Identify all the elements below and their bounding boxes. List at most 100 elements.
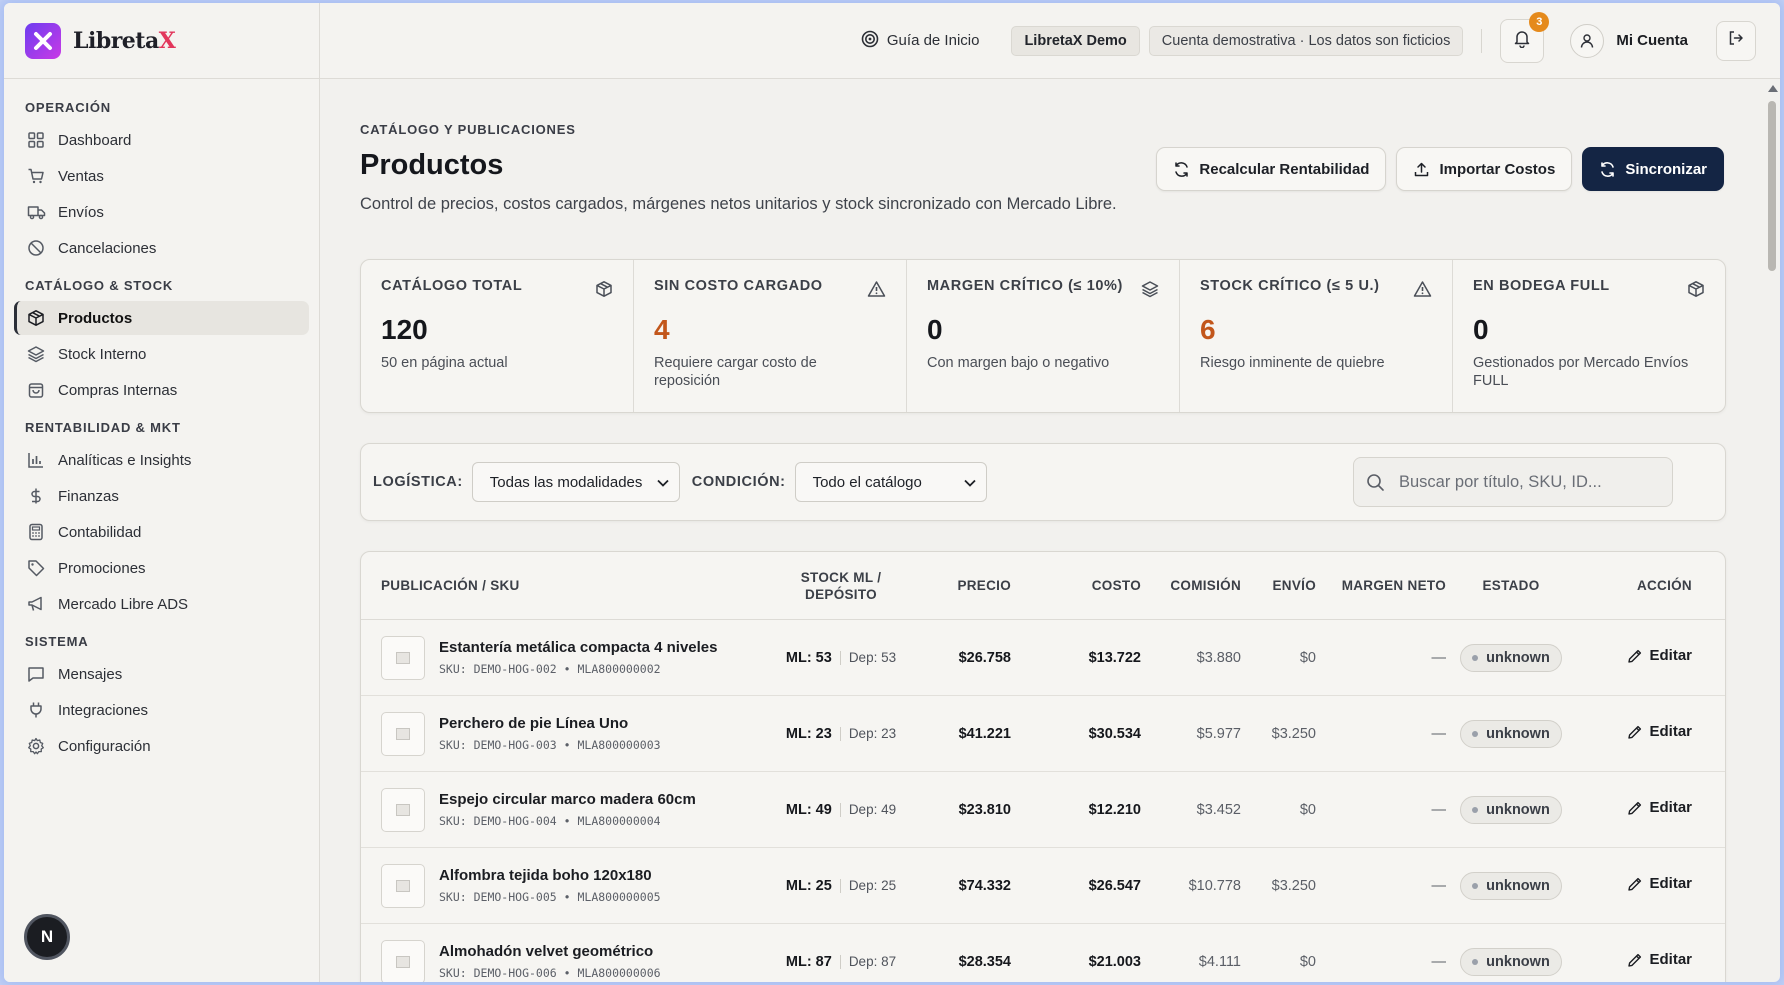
col-stock[interactable]: STOCK ML / DEPÓSITO — [781, 569, 901, 603]
edit-button[interactable]: Editar — [1627, 647, 1692, 664]
sidebar-item-stock-interno[interactable]: Stock Interno — [14, 337, 309, 371]
sidebar-item-configuracion[interactable]: Configuración — [14, 729, 309, 763]
table-row[interactable]: Estantería metálica compacta 4 niveles S… — [361, 620, 1725, 696]
cell-action: Editar — [1576, 875, 1712, 896]
kpi-subtext: Gestionados por Mercado Envíos FULL — [1473, 355, 1689, 389]
table-row[interactable]: Alfombra tejida boho 120x180 SKU: DEMO-H… — [361, 848, 1725, 924]
kpi-value: 120 — [381, 314, 428, 345]
table-row[interactable]: Almohadón velvet geométrico SKU: DEMO-HO… — [361, 924, 1725, 982]
table-row[interactable]: Espejo circular marco madera 60cm SKU: D… — [361, 772, 1725, 848]
user-avatar[interactable]: N — [24, 914, 70, 960]
sidebar-item-label: Ventas — [58, 167, 104, 185]
pencil-icon — [1627, 800, 1643, 816]
cell-status: unknown — [1446, 871, 1576, 900]
logistics-select[interactable]: Todas las modalidades — [471, 462, 680, 502]
cell-status: unknown — [1446, 643, 1576, 672]
logout-icon — [1727, 29, 1745, 52]
col-shipping[interactable]: ENVÍO — [1241, 578, 1316, 593]
sidebar-item-contabilidad[interactable]: Contabilidad — [14, 515, 309, 549]
sidebar-item-promociones[interactable]: Promociones — [14, 551, 309, 585]
col-cost[interactable]: COSTO — [1011, 578, 1141, 593]
sidebar: LibretaX OPERACIÓN Dashboard Ventas Envíos C… — [4, 3, 320, 982]
col-commission[interactable]: COMISIÓN — [1141, 578, 1241, 593]
edit-button[interactable]: Editar — [1627, 799, 1692, 816]
sidebar-item-mercado-libre-ads[interactable]: Mercado Libre ADS — [14, 587, 309, 621]
product-thumbnail[interactable] — [381, 787, 425, 832]
product-name[interactable]: Espejo circular marco madera 60cm — [439, 791, 696, 808]
kpi-label: STOCK CRÍTICO (≤ 5 U.) — [1200, 278, 1380, 294]
edit-button[interactable]: Editar — [1627, 875, 1692, 892]
product-name[interactable]: Alfombra tejida boho 120x180 — [439, 867, 661, 884]
cell-status: unknown — [1446, 947, 1576, 976]
col-margin[interactable]: MARGEN NETO — [1316, 577, 1446, 594]
product-thumbnail[interactable] — [381, 939, 425, 982]
kpi-card: EN BODEGA FULL 0 Gestionados por Mercado… — [1453, 260, 1725, 412]
product-thumbnail[interactable] — [381, 863, 425, 908]
target-icon — [861, 30, 879, 52]
cell-action: Editar — [1576, 799, 1712, 820]
ban-icon — [26, 238, 46, 258]
sidebar-item-integraciones[interactable]: Integraciones — [14, 693, 309, 727]
search-placeholder: Buscar por título, SKU, ID... — [1399, 472, 1602, 491]
status-dot-icon — [1472, 882, 1479, 889]
sidebar-item-label: Integraciones — [58, 701, 149, 719]
pencil-icon — [1627, 876, 1643, 892]
kpi-cards: CATÁLOGO TOTAL 120 50 en página actual S… — [360, 259, 1726, 413]
table-row[interactable]: Perchero de pie Línea Uno SKU: DEMO-HOG-… — [361, 696, 1725, 772]
kpi-value: 6 — [1200, 314, 1216, 345]
import-costs-button[interactable]: Importar Costos — [1396, 147, 1573, 191]
cell-margin: — — [1431, 725, 1447, 742]
edit-button[interactable]: Editar — [1627, 951, 1692, 968]
cell-publication: Perchero de pie Línea Uno SKU: DEMO-HOG-… — [361, 711, 781, 756]
product-name[interactable]: Perchero de pie Línea Uno — [439, 715, 661, 732]
status-label: unknown — [1486, 649, 1550, 666]
sidebar-item-cancelaciones[interactable]: Cancelaciones — [14, 231, 309, 265]
product-thumbnail[interactable] — [381, 711, 425, 756]
sidebar-item-productos[interactable]: Productos — [14, 301, 309, 335]
brand[interactable]: LibretaX — [4, 3, 319, 79]
col-publication[interactable]: PUBLICACIÓN / SKU — [361, 578, 781, 593]
cell-commission: $5.977 — [1196, 725, 1241, 742]
sidebar-section-title: CATÁLOGO & STOCK — [25, 278, 174, 293]
stock-ml: ML: 25 — [785, 877, 832, 894]
warning-icon — [867, 280, 886, 303]
edit-label: Editar — [1649, 723, 1692, 741]
logout-button[interactable] — [1716, 20, 1756, 61]
sidebar-item-compras-internas[interactable]: Compras Internas — [14, 373, 309, 407]
cell-commission: $4.111 — [1198, 953, 1241, 970]
search-input[interactable]: Buscar por título, SKU, ID... — [1353, 457, 1673, 507]
sidebar-item-ventas[interactable]: Ventas — [14, 159, 309, 193]
recalculate-button[interactable]: Recalcular Rentabilidad — [1156, 147, 1387, 191]
sidebar-section-title: SISTEMA — [25, 634, 89, 649]
scroll-thumb[interactable] — [1768, 101, 1776, 271]
sidebar-item-mensajes[interactable]: Mensajes — [14, 657, 309, 691]
notifications-button[interactable]: 3 — [1500, 11, 1550, 63]
sidebar-item-dashboard[interactable]: Dashboard — [14, 123, 309, 157]
col-price[interactable]: PRECIO — [901, 578, 1011, 593]
warning-icon — [1413, 280, 1432, 303]
kpi-subtext: Requiere cargar costo de reposición — [654, 355, 817, 389]
sidebar-item-label: Mercado Libre ADS — [58, 595, 189, 613]
page-scrollbar[interactable] — [1766, 79, 1778, 982]
scroll-up-icon[interactable] — [1768, 85, 1778, 92]
sidebar-item-label: Productos — [58, 309, 133, 327]
sync-button[interactable]: Sincronizar — [1582, 147, 1724, 191]
col-status[interactable]: ESTADO — [1446, 578, 1576, 593]
product-thumbnail[interactable] — [381, 635, 425, 680]
sidebar-item-analiticas-e-insights[interactable]: Analíticas e Insights — [14, 443, 309, 477]
guide-link[interactable]: Guía de Inicio — [861, 30, 979, 52]
edit-label: Editar — [1649, 799, 1692, 817]
account-menu[interactable]: Mi Cuenta — [1570, 23, 1688, 58]
condition-select[interactable]: Todo el catálogo — [794, 462, 987, 502]
cell-margin: — — [1431, 877, 1447, 894]
product-name[interactable]: Almohadón velvet geométrico — [439, 943, 661, 960]
sidebar-item-envios[interactable]: Envíos — [14, 195, 309, 229]
product-name[interactable]: Estantería metálica compacta 4 niveles — [439, 639, 717, 656]
megaphone-icon — [26, 594, 46, 614]
sidebar-item-finanzas[interactable]: Finanzas — [14, 479, 309, 513]
status-label: unknown — [1486, 801, 1550, 818]
grid-icon — [26, 130, 46, 150]
products-table: PUBLICACIÓN / SKU STOCK ML / DEPÓSITO PR… — [360, 551, 1726, 982]
edit-label: Editar — [1649, 875, 1692, 893]
edit-button[interactable]: Editar — [1627, 723, 1692, 740]
